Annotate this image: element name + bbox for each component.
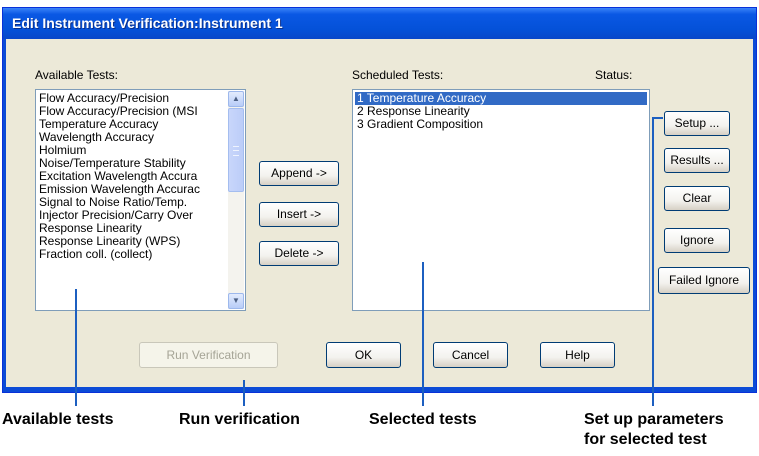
clear-button[interactable]: Clear	[664, 186, 730, 211]
ignore-button[interactable]: Ignore	[664, 228, 730, 253]
available-tests-items: Flow Accuracy/Precision Flow Accuracy/Pre…	[38, 92, 228, 261]
available-tests-label: Available Tests:	[35, 68, 118, 82]
available-test-item[interactable]: Wavelength Accuracy	[38, 131, 228, 144]
callout-line-setup	[652, 118, 654, 406]
scheduled-test-item[interactable]: 2 Response Linearity	[355, 105, 647, 118]
caption-available-tests: Available tests	[2, 411, 114, 428]
results-button[interactable]: Results ...	[664, 148, 730, 173]
caption-setup-line2: for selected test	[584, 431, 707, 448]
scroll-up-icon[interactable]: ▲	[228, 91, 244, 107]
available-test-item[interactable]: Noise/Temperature Stability	[38, 157, 228, 170]
grip-icon	[233, 146, 239, 156]
caption-setup-line1: Set up parameters	[584, 411, 724, 428]
failed-ignore-button[interactable]: Failed Ignore	[658, 267, 750, 294]
available-test-item[interactable]: Response Linearity	[38, 222, 228, 235]
callout-line-selected	[422, 262, 424, 406]
scheduled-tests-list[interactable]: 1 Temperature Accuracy 2 Response Lineari…	[352, 89, 650, 311]
caption-selected-tests: Selected tests	[369, 411, 477, 428]
scheduled-test-item[interactable]: 1 Temperature Accuracy	[355, 92, 647, 105]
available-test-item[interactable]: Holmium	[38, 144, 228, 157]
window-title: Edit Instrument Verification:Instrument …	[12, 15, 283, 31]
help-button[interactable]: Help	[540, 342, 615, 368]
available-tests-scrollbar[interactable]: ▲ ▼	[228, 91, 244, 309]
run-verification-button[interactable]: Run Verification	[139, 342, 278, 368]
dialog-client-area: Available Tests: Scheduled Tests: Status…	[6, 39, 753, 387]
available-test-item[interactable]: Emission Wavelength Accurac	[38, 183, 228, 196]
scheduled-test-item[interactable]: 3 Gradient Composition	[355, 118, 647, 131]
delete-button[interactable]: Delete ->	[259, 241, 339, 266]
append-button[interactable]: Append ->	[259, 161, 339, 186]
available-test-item[interactable]: Flow Accuracy/Precision	[38, 92, 228, 105]
caption-run-verification: Run verification	[179, 411, 300, 428]
cancel-button[interactable]: Cancel	[433, 342, 508, 368]
available-test-item[interactable]: Excitation Wavelength Accura	[38, 170, 228, 183]
available-test-item[interactable]: Signal to Noise Ratio/Temp.	[38, 196, 228, 209]
setup-button[interactable]: Setup ...	[664, 111, 730, 136]
scroll-thumb[interactable]	[228, 108, 244, 192]
available-test-item[interactable]: Flow Accuracy/Precision (MSI	[38, 105, 228, 118]
scroll-down-icon[interactable]: ▼	[228, 293, 244, 309]
available-test-item[interactable]: Injector Precision/Carry Over	[38, 209, 228, 222]
insert-button[interactable]: Insert ->	[259, 202, 339, 227]
figure: Edit Instrument Verification:Instrument …	[0, 0, 759, 456]
title-bar[interactable]: Edit Instrument Verification:Instrument …	[3, 8, 756, 39]
status-label: Status:	[595, 68, 633, 82]
callout-line-setup-tick	[652, 117, 663, 119]
callout-line-available	[75, 289, 77, 406]
available-test-item[interactable]: Response Linearity (WPS)	[38, 235, 228, 248]
available-test-item[interactable]: Temperature Accuracy	[38, 118, 228, 131]
callout-line-run	[243, 380, 245, 406]
ok-button[interactable]: OK	[326, 342, 401, 368]
available-tests-list[interactable]: Flow Accuracy/Precision Flow Accuracy/Pre…	[35, 89, 246, 311]
available-test-item[interactable]: Fraction coll. (collect)	[38, 248, 228, 261]
dialog-window: Edit Instrument Verification:Instrument …	[2, 7, 757, 393]
scheduled-tests-label: Scheduled Tests:	[352, 68, 444, 82]
scheduled-tests-items: 1 Temperature Accuracy 2 Response Lineari…	[355, 92, 647, 131]
